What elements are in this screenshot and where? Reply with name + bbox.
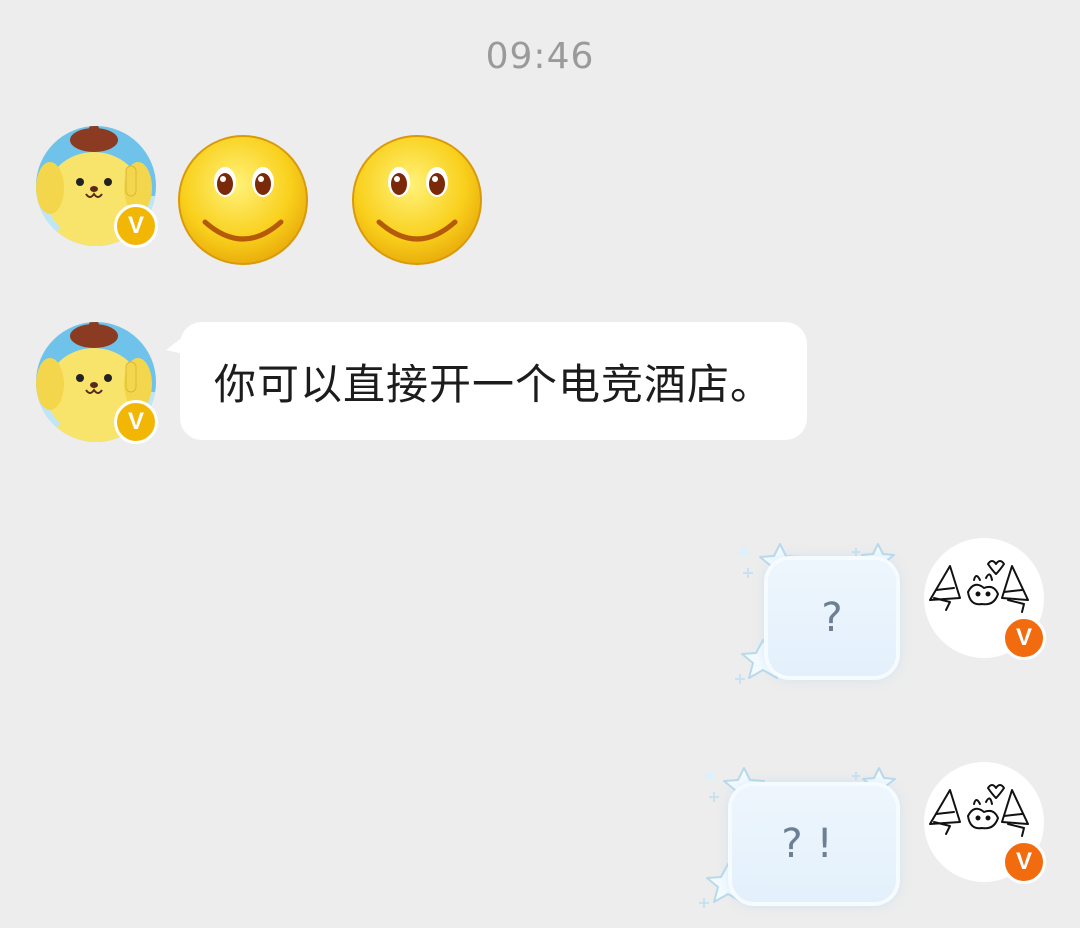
smile-emoji-icon [178,135,308,265]
message-bubble[interactable]: ?! [732,786,896,902]
self-avatar[interactable]: V [924,538,1046,660]
smile-emoji-icon [352,135,482,265]
message-timestamp: 09:46 [485,36,595,77]
bubble-tail [166,336,184,354]
sender-avatar[interactable]: V [36,322,158,444]
sender-avatar[interactable]: V [36,126,158,248]
message-bubble[interactable]: 你可以直接开一个电竞酒店。 [166,322,808,440]
verified-badge-icon: V [114,204,158,248]
verified-badge-icon: V [114,400,158,444]
verified-badge-icon: V [1002,616,1046,660]
message-text: ?! [781,821,847,867]
verified-badge-icon: V [1002,840,1046,884]
message-bubble[interactable]: ? [768,560,896,676]
message-text: 你可以直接开一个电竞酒店。 [214,359,774,409]
self-avatar[interactable]: V [924,762,1046,884]
message-text: ? [821,595,843,641]
